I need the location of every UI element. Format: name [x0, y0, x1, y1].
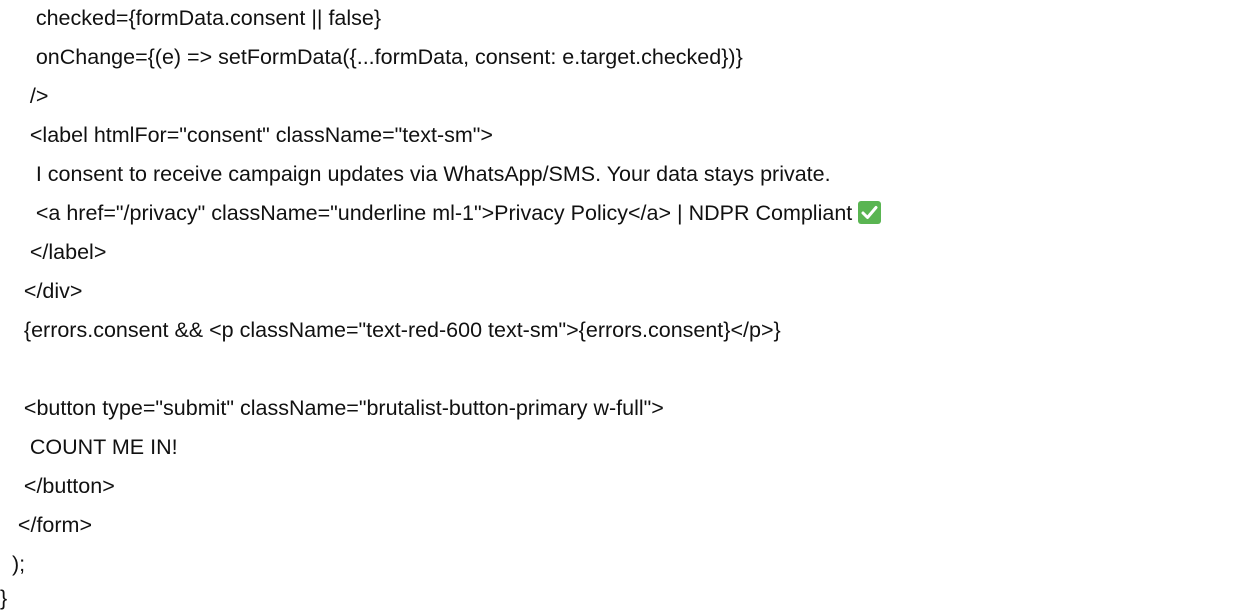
code-line-16: }: [0, 586, 8, 610]
code-line-12: COUNT ME IN!: [0, 435, 178, 459]
code-line-2: onChange={(e) => setFormData({...formDat…: [0, 45, 743, 69]
code-line-6-text: <a href="/privacy" className="underline …: [0, 201, 853, 225]
check-mark-button-icon: [858, 201, 882, 224]
code-listing: checked={formData.consent || false} onCh…: [0, 0, 1258, 615]
code-line-4: <label htmlFor="consent" className="text…: [0, 123, 493, 147]
code-line-11: <button type="submit" className="brutali…: [0, 396, 664, 420]
code-line-3: />: [0, 84, 49, 108]
code-line-6: <a href="/privacy" className="underline …: [0, 196, 882, 230]
code-line-5: I consent to receive campaign updates vi…: [0, 162, 831, 186]
code-line-9: {errors.consent && <p className="text-re…: [0, 318, 781, 342]
code-line-13: </button>: [0, 474, 115, 498]
code-line-7: </label>: [0, 240, 107, 264]
code-line-8: </div>: [0, 279, 83, 303]
code-line-15: );: [0, 552, 26, 576]
code-line-1: checked={formData.consent || false}: [0, 6, 382, 30]
code-line-14: </form>: [0, 513, 93, 537]
